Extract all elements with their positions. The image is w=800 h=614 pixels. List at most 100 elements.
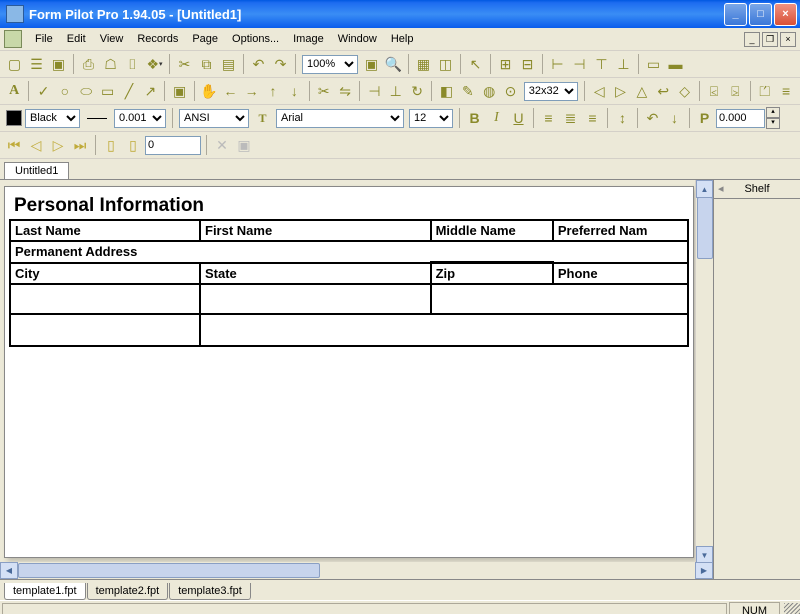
menu-edit[interactable]: Edit [60,31,93,47]
menu-view[interactable]: View [93,31,131,47]
align-center-icon[interactable]: ⊣ [569,54,590,75]
font-picker-icon[interactable]: T [252,108,273,129]
rotate-down-icon[interactable]: ↓ [664,108,685,129]
right-icon[interactable]: → [242,81,262,102]
encoding-select[interactable]: ANSI [179,109,249,128]
diamond-icon[interactable]: ◇ [674,81,694,102]
mirror-v-icon[interactable]: ⊥ [386,81,406,102]
text-tool-icon[interactable]: A [4,81,24,102]
italic-button[interactable]: I [486,108,507,129]
triangle-left-icon[interactable]: ◁ [589,81,609,102]
bring-front-icon[interactable]: ▬ [665,54,686,75]
menu-page[interactable]: Page [185,31,225,47]
spin-up[interactable]: ▴ [766,107,780,118]
mdi-restore[interactable]: ❐ [762,32,778,47]
nav-prev-icon[interactable]: ◁ [26,135,46,155]
font-size-select[interactable]: 12 [409,109,453,128]
color-select[interactable]: Black [25,109,80,128]
nav-delete-icon[interactable]: ✕ [212,135,232,155]
zoom-tool-icon[interactable]: 🔍 [383,54,404,75]
text-align-right-icon[interactable]: ≡ [582,108,603,129]
menu-file[interactable]: File [28,31,60,47]
canvas[interactable]: Personal Information Last Name First Nam… [0,180,713,562]
copy-icon[interactable]: ⧉ [196,54,217,75]
menu-help[interactable]: Help [384,31,421,47]
nav-first-icon[interactable]: ⏮ [4,135,24,155]
align-left-icon[interactable]: ⊢ [547,54,568,75]
triangle-right-icon[interactable]: ▷ [610,81,630,102]
check-icon[interactable]: ✓ [33,81,53,102]
font-select[interactable]: Arial [276,109,404,128]
move-back-icon[interactable]: ⍃ [704,81,724,102]
rect-icon[interactable]: ▭ [97,81,117,102]
brush-icon[interactable]: ✎ [458,81,478,102]
rotate-icon[interactable]: ↻ [407,81,427,102]
doc-tab-untitled[interactable]: Untitled1 [4,162,69,179]
align-v-icon[interactable]: ↕ [612,108,633,129]
underline-button[interactable]: U [508,108,529,129]
record-input[interactable] [145,136,201,155]
menu-image[interactable]: Image [286,31,331,47]
snap-icon[interactable]: ◫ [435,54,456,75]
image-icon[interactable]: ▣ [169,81,189,102]
dropper-icon[interactable]: ⊙ [500,81,520,102]
save-icon[interactable]: ▣ [48,54,69,75]
shelf-body[interactable] [714,198,800,579]
send-back-icon[interactable]: ▭ [643,54,664,75]
triangle-up-icon[interactable]: △ [632,81,652,102]
up-icon[interactable]: ↑ [263,81,283,102]
move-fwd-icon[interactable]: ⍄ [725,81,745,102]
mirror-h-icon[interactable]: ⊣ [364,81,384,102]
scroll-thumb-h[interactable] [18,563,320,578]
print-icon[interactable]: ⎙ [78,54,99,75]
arrow-back-icon[interactable]: ↩ [653,81,673,102]
scroll-down-icon[interactable]: ▼ [696,546,713,562]
color-swatch[interactable] [6,110,22,126]
horizontal-scrollbar[interactable]: ◀ ▶ [0,562,713,579]
scroll-left-icon[interactable]: ◀ [0,562,18,579]
menu-window[interactable]: Window [331,31,384,47]
menu-options[interactable]: Options... [225,31,286,47]
close-button[interactable]: × [774,3,797,26]
scroll-right-icon[interactable]: ▶ [695,562,713,579]
align-top-icon[interactable]: ⊤ [591,54,612,75]
ungroup-icon[interactable]: ⊟ [517,54,538,75]
cut-icon[interactable]: ✂ [174,54,195,75]
mdi-minimize[interactable]: _ [744,32,760,47]
print-setup-icon[interactable]: ☖ [100,54,121,75]
zoom-select[interactable]: 100% [302,55,358,74]
text-align-left-icon[interactable]: ≡ [538,108,559,129]
circle-icon[interactable]: ○ [55,81,75,102]
left-icon[interactable]: ← [220,81,240,102]
twain-icon[interactable]: ❖▾ [144,54,165,75]
align-bottom-icon[interactable]: ⊥ [613,54,634,75]
crop-icon[interactable]: ✂ [314,81,334,102]
eraser-icon[interactable]: ◧ [436,81,456,102]
line-width-select[interactable]: 0.001 [114,109,166,128]
grid-icon[interactable]: ▦ [413,54,434,75]
bold-button[interactable]: B [464,108,485,129]
file-tab-1[interactable]: template1.fpt [4,583,86,600]
nav-pages-icon[interactable]: ▯ [123,135,143,155]
spacing-input[interactable] [716,109,765,128]
lock-icon[interactable]: ⏍ [754,81,774,102]
rotate-left-icon[interactable]: ↶ [642,108,663,129]
scan-icon[interactable]: ⌷ [122,54,143,75]
file-tab-2[interactable]: template2.fpt [87,583,169,600]
scroll-thumb[interactable] [697,197,713,259]
hand-icon[interactable]: ✋ [199,81,219,102]
open-icon[interactable]: ☰ [26,54,47,75]
spin-down[interactable]: ▾ [766,118,780,129]
paste-icon[interactable]: ▤ [218,54,239,75]
flip-h-icon[interactable]: ⇋ [335,81,355,102]
ellipse-icon[interactable]: ⬭ [76,81,96,102]
redo-icon[interactable]: ↷ [270,54,291,75]
icon-size-select[interactable]: 32x32 [524,82,578,101]
nav-save-icon[interactable]: ▣ [234,135,254,155]
maximize-button[interactable]: □ [749,3,772,26]
minimize-button[interactable]: _ [724,3,747,26]
paragraph-button[interactable]: P [694,108,715,129]
nav-page-icon[interactable]: ▯ [101,135,121,155]
mdi-close[interactable]: × [780,32,796,47]
line-icon[interactable]: ╱ [119,81,139,102]
